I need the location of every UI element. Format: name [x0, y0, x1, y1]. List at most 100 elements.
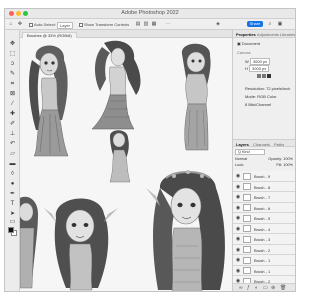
opacity-label: Opacity: [268, 157, 283, 161]
options-bar: ⌂ ✥ Auto-Select: Layer Show Transform Co… [5, 19, 295, 30]
layer-name: Brush - 1 [254, 258, 271, 263]
layer-name: Brush - 1 [254, 268, 271, 274]
eye-icon[interactable]: ◉ [235, 205, 241, 211]
eye-icon[interactable]: ◉ [235, 215, 241, 221]
illustration-mermaid [84, 39, 150, 131]
tab-layers[interactable]: Layers [236, 142, 249, 147]
tab-libraries[interactable]: Libraries [280, 32, 295, 37]
width-field[interactable]: 3000 px [249, 58, 271, 65]
eye-icon[interactable]: ◉ [235, 184, 241, 190]
height-field[interactable]: 3000 px [249, 65, 270, 72]
add-mask-icon[interactable]: ◐ [255, 285, 258, 291]
layer-row[interactable]: ◉ Brush - 1 [233, 265, 295, 276]
document-tab[interactable]: Brushes @ 33% (RGB/8) [22, 31, 77, 38]
eye-icon[interactable]: ◉ [235, 257, 241, 263]
layer-thumbnail [243, 204, 251, 211]
illustration-small-figure [102, 128, 136, 184]
align-center-icon[interactable]: ▥ [143, 21, 149, 27]
pen-tool-icon[interactable]: ✒ [8, 190, 17, 198]
layer-row[interactable]: ◉ Brush - 7 [233, 192, 295, 203]
tab-properties[interactable]: Properties [236, 32, 256, 37]
layer-row[interactable]: ◉ Brush - 5 [233, 213, 295, 224]
layer-thumbnail [243, 172, 251, 180]
bit-depth[interactable]: 8 Bits/Channel [245, 102, 271, 107]
healing-tool-icon[interactable]: ✚ [8, 110, 17, 118]
layer-thumbnail [243, 235, 251, 243]
frame-tool-icon[interactable]: ⊠ [8, 90, 17, 98]
eye-icon[interactable]: ◉ [235, 226, 241, 232]
opacity-field[interactable]: 100% [283, 157, 293, 161]
blend-mode-dropdown[interactable]: Normal [235, 157, 247, 161]
path-select-tool-icon[interactable]: ➤ [8, 210, 17, 218]
workspace-icon[interactable]: ▣ [277, 21, 283, 27]
marquee-tool-icon[interactable]: ⬚ [8, 50, 17, 58]
tab-paths[interactable]: Paths [274, 142, 284, 147]
history-brush-tool-icon[interactable]: ↶ [8, 140, 17, 148]
layer-thumbnail [243, 225, 251, 232]
align-left-icon[interactable]: ▤ [135, 21, 141, 27]
share-button[interactable]: Share [247, 21, 263, 27]
layer-name: Brush - 4 [254, 226, 271, 232]
layer-name: Brush - 7 [254, 195, 271, 200]
layer-filter-input[interactable]: Q Kind [235, 149, 265, 155]
properties-tabs: Properties Adjustments Libraries [233, 30, 295, 38]
blur-tool-icon[interactable]: ◊ [8, 170, 17, 178]
lasso-tool-icon[interactable]: ↄ [8, 60, 17, 68]
search-icon[interactable]: ⌕ [267, 21, 273, 27]
transform-controls-box[interactable] [79, 23, 83, 27]
eye-icon[interactable]: ◉ [235, 194, 241, 200]
mode-label: Mode: [245, 94, 257, 99]
eraser-tool-icon[interactable]: ▱ [8, 150, 17, 158]
tab-channels[interactable]: Channels [253, 142, 270, 147]
layer-row[interactable]: ◉ Brush - 3 [233, 234, 295, 245]
document-tab-bar: Brushes @ 33% (RGB/8) [20, 30, 232, 38]
move-tool-icon[interactable]: ✥ [17, 21, 23, 27]
layer-row[interactable]: ◉ Brush - 4 [233, 223, 295, 234]
layer-row[interactable]: ◉ Brush - 9 [233, 171, 295, 182]
move-tool-icon[interactable]: ✥ [8, 40, 17, 48]
clone-stamp-tool-icon[interactable]: ⊥ [8, 130, 17, 138]
layer-row[interactable]: ◉ Brush - 6 [233, 202, 295, 213]
type-tool-icon[interactable]: T [8, 200, 17, 208]
fill-label: Fill: [276, 163, 283, 167]
illustration-elf-girl-2 [166, 40, 226, 152]
auto-select-target-dropdown[interactable]: Layer [57, 21, 74, 29]
link-layers-icon[interactable]: ∞ [239, 285, 243, 291]
dodge-tool-icon[interactable]: ● [8, 180, 17, 188]
home-icon[interactable]: ⌂ [8, 21, 14, 27]
layer-row[interactable]: ◉ Brush - 1 [233, 255, 295, 266]
mode-value[interactable]: RGB Color [257, 94, 276, 99]
more-options-icon[interactable]: ⋯ [165, 21, 171, 27]
eye-icon[interactable]: ◉ [235, 247, 241, 253]
new-group-icon[interactable]: ▭ [263, 285, 268, 291]
fill-field[interactable]: 100% [283, 163, 293, 167]
color-swatches[interactable] [8, 227, 17, 236]
transform-controls-checkbox[interactable]: Show Transform Controls [79, 22, 129, 27]
auto-select-box[interactable] [29, 23, 33, 27]
auto-select-checkbox[interactable]: Auto-Select: [29, 22, 56, 27]
layer-row[interactable]: ◉ Brush - 2 [233, 244, 295, 255]
eyedropper-tool-icon[interactable]: ⁄ [8, 100, 17, 108]
new-layer-icon[interactable]: ⊕ [271, 285, 275, 291]
eye-icon[interactable]: ◉ [235, 268, 241, 274]
foreground-color-swatch[interactable] [8, 227, 14, 233]
eye-icon[interactable]: ◉ [235, 236, 241, 242]
crop-tool-icon[interactable]: ⌗ [8, 80, 17, 88]
layer-row[interactable]: ◉ Brush - 8 [233, 181, 295, 192]
fx-icon[interactable]: ƒ [247, 285, 250, 291]
photoshop-window: Adobe Photoshop 2022 ⌂ ✥ Auto-Select: La… [4, 8, 296, 292]
quick-select-tool-icon[interactable]: ✎ [8, 70, 17, 78]
gradient-tool-icon[interactable]: ▬ [8, 160, 17, 168]
anchor-grid[interactable] [257, 74, 271, 82]
tab-adjustments[interactable]: Adjustments [257, 32, 279, 37]
align-right-icon[interactable]: ▦ [151, 21, 157, 27]
layer-name: Brush - 2 [254, 247, 271, 253]
eye-icon[interactable]: ◉ [235, 173, 241, 179]
delete-layer-icon[interactable]: 🗑 [280, 285, 286, 291]
rectangle-tool-icon[interactable]: ▭ [8, 218, 17, 226]
layers-footer: ∞ ƒ ◐ ▭ ⊕ 🗑 [233, 283, 295, 291]
canvas[interactable] [20, 38, 232, 291]
brush-tool-icon[interactable]: ✐ [8, 120, 17, 128]
lock-controls: Lock: [235, 163, 245, 167]
3d-mode-icon[interactable]: ◈ [215, 21, 221, 27]
